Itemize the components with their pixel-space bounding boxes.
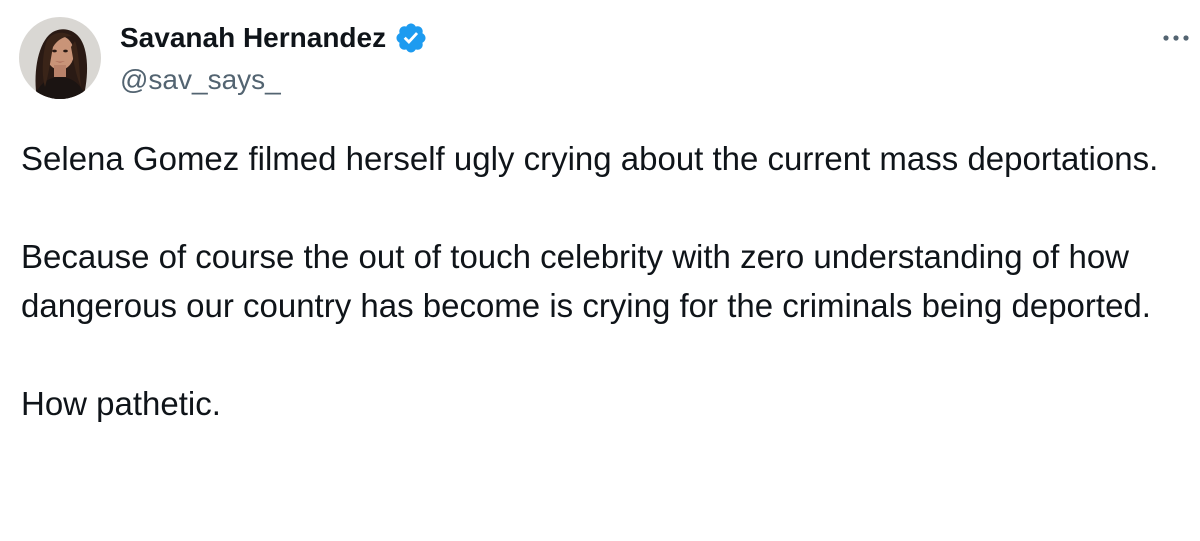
tweet-paragraph: Because of course the out of touch celeb… <box>21 238 1151 324</box>
display-name[interactable]: Savanah Hernandez <box>120 22 386 54</box>
tweet-card: Savanah Hernandez @sav_says_ Selena Gome… <box>0 0 1200 541</box>
more-options-icon[interactable] <box>1158 26 1194 50</box>
author-name-row: Savanah Hernandez <box>120 20 428 56</box>
tweet-paragraph: Selena Gomez filmed herself ugly crying … <box>21 140 1159 177</box>
author-handle[interactable]: @sav_says_ <box>120 64 281 96</box>
tweet-paragraph: How pathetic. <box>21 385 221 422</box>
tweet-text: Selena Gomez filmed herself ugly crying … <box>21 134 1191 428</box>
avatar-photo <box>19 17 101 99</box>
avatar[interactable] <box>19 17 101 99</box>
verified-badge-icon <box>394 21 428 55</box>
